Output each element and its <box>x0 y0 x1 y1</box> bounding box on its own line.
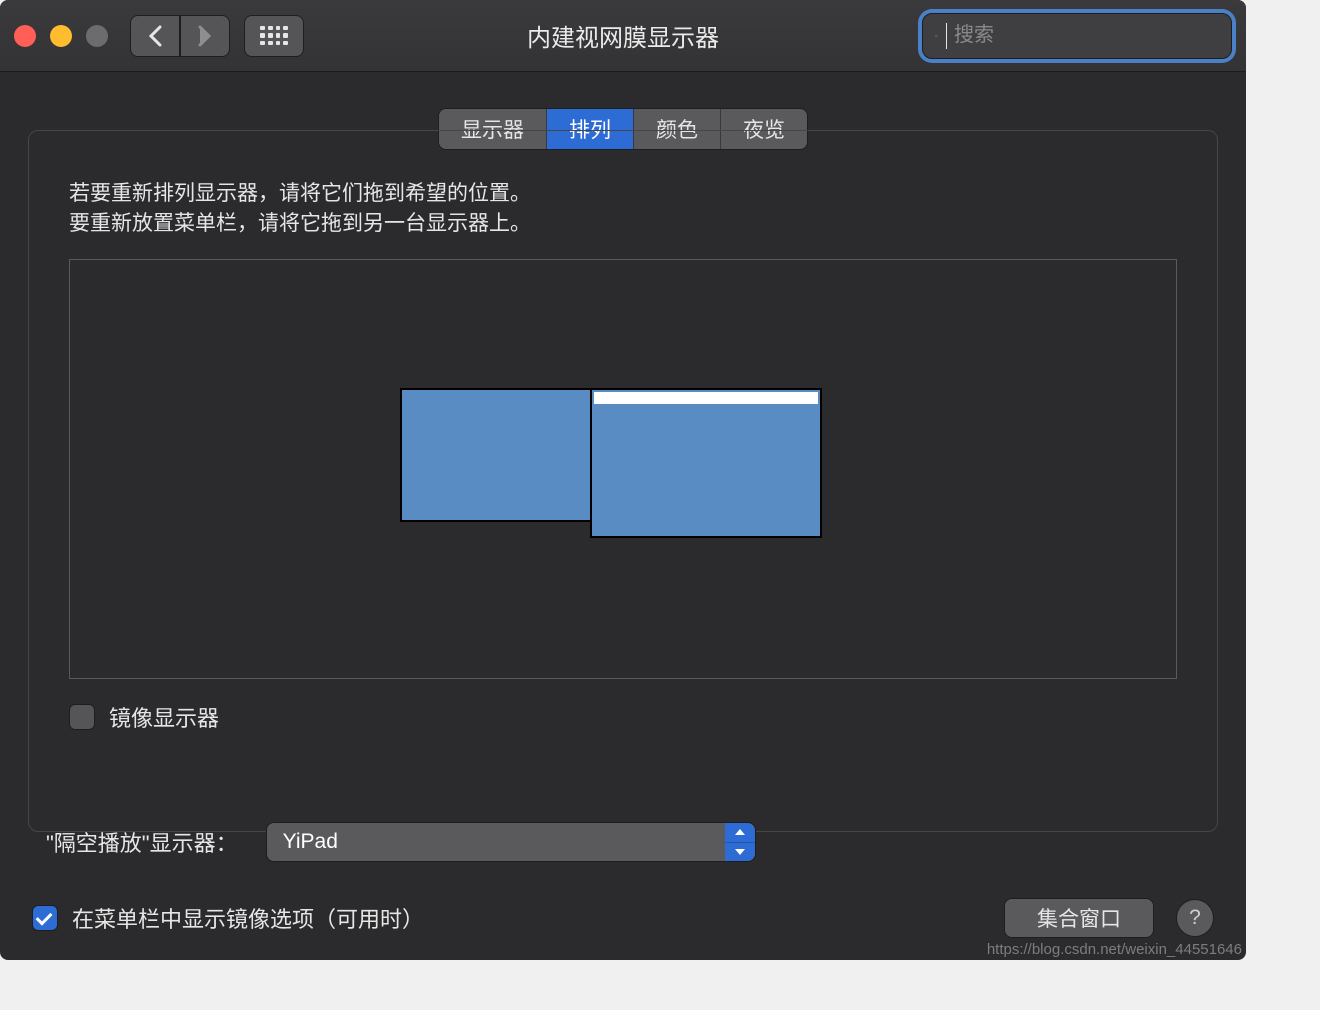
zoom-button[interactable] <box>86 25 108 47</box>
airplay-label: "隔空播放"显示器： <box>46 826 238 858</box>
nav-buttons <box>130 15 230 57</box>
forward-button[interactable] <box>180 15 230 57</box>
system-preferences-window: 内建视网膜显示器 显示器 排列 颜色 夜览 若要重新排列显示器，请将它们拖到希望… <box>0 0 1246 960</box>
back-button[interactable] <box>130 15 180 57</box>
airplay-select[interactable]: YiPad <box>266 822 756 862</box>
mirror-displays-row: 镜像显示器 <box>69 701 1177 733</box>
minimize-button[interactable] <box>50 25 72 47</box>
primary-display[interactable] <box>592 390 820 536</box>
mirror-displays-checkbox[interactable] <box>69 704 95 730</box>
instruction-line-1: 若要重新排列显示器，请将它们拖到希望的位置。 <box>69 179 1177 209</box>
chevron-right-icon <box>198 25 212 47</box>
airplay-row: "隔空播放"显示器： YiPad <box>32 822 1214 862</box>
search-icon <box>935 26 938 46</box>
window-controls <box>14 25 108 47</box>
arrangement-panel: 若要重新排列显示器，请将它们拖到希望的位置。 要重新放置菜单栏，请将它拖到另一台… <box>28 130 1218 832</box>
chevron-left-icon <box>148 25 162 47</box>
chevron-up-icon <box>735 829 745 835</box>
airplay-value: YiPad <box>283 830 338 854</box>
menubar-indicator[interactable] <box>594 392 818 404</box>
show-mirroring-options-label: 在菜单栏中显示镜像选项（可用时） <box>72 902 424 934</box>
show-all-button[interactable] <box>244 15 304 57</box>
close-button[interactable] <box>14 25 36 47</box>
instruction-line-2: 要重新放置菜单栏，请将它拖到另一台显示器上。 <box>69 209 1177 239</box>
titlebar: 内建视网膜显示器 <box>0 0 1246 72</box>
search-input[interactable] <box>954 24 1219 47</box>
gather-windows-button[interactable]: 集合窗口 <box>1004 898 1154 938</box>
chevron-down-icon <box>735 849 745 855</box>
arrangement-area[interactable] <box>69 259 1177 679</box>
instructions: 若要重新排列显示器，请将它们拖到希望的位置。 要重新放置菜单栏，请将它拖到另一台… <box>69 179 1177 239</box>
bottom-controls: "隔空播放"显示器： YiPad 在菜单栏中显示镜像选项（可用时） 集合窗口 ? <box>32 822 1214 938</box>
secondary-display[interactable] <box>402 390 592 520</box>
search-field[interactable] <box>922 13 1232 59</box>
grid-icon <box>260 26 288 46</box>
select-stepper[interactable] <box>725 823 755 861</box>
help-button[interactable]: ? <box>1176 899 1214 937</box>
mirror-displays-label: 镜像显示器 <box>109 701 219 733</box>
watermark: https://blog.csdn.net/weixin_44551646 <box>987 941 1242 958</box>
show-mirroring-options-checkbox[interactable] <box>32 905 58 931</box>
